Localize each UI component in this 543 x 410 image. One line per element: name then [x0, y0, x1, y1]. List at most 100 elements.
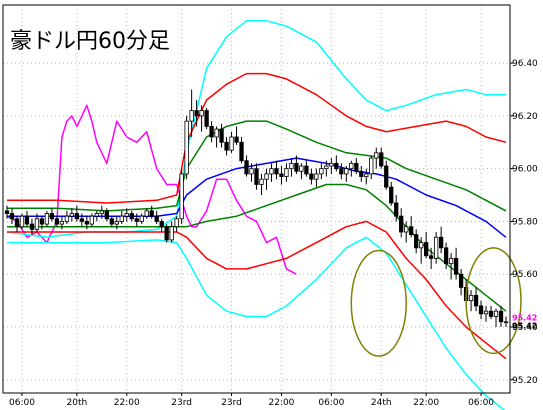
candle-body: [89, 215, 94, 225]
x-tick-label: 06:00: [318, 398, 344, 408]
candle-body: [49, 213, 55, 220]
candle-body: [74, 213, 80, 220]
candle-body: [259, 178, 264, 185]
candle-body: [503, 321, 509, 324]
candle-body: [438, 236, 444, 249]
candle-body: [374, 152, 379, 159]
candle-body: [419, 242, 424, 249]
candle-body: [144, 210, 149, 217]
x-tick-label: 22:00: [114, 398, 140, 408]
candle-body: [69, 213, 75, 217]
candle-body: [234, 136, 239, 143]
candle-body: [9, 213, 15, 220]
candle-body: [184, 120, 189, 175]
candle-body: [369, 157, 374, 175]
candle-body: [189, 110, 194, 122]
candle-body: [274, 168, 279, 175]
candle-body: [304, 165, 309, 175]
candle-body: [498, 310, 504, 323]
candle-body: [329, 162, 334, 167]
candle-body: [443, 247, 449, 265]
candle-body: [159, 221, 164, 228]
candle-body: [214, 128, 219, 138]
candle-body: [384, 165, 389, 188]
candle-body: [468, 294, 474, 302]
y-tick-label: 95.80: [512, 217, 538, 227]
candle-body: [314, 173, 319, 180]
candle-body: [199, 110, 204, 117]
candle-body: [364, 173, 369, 177]
candle-body: [414, 234, 419, 249]
candle-body: [354, 162, 359, 172]
x-tick-label: 20th: [67, 398, 88, 408]
candle-body: [448, 257, 454, 265]
x-tick-label: 06:00: [9, 398, 35, 408]
candle-body: [79, 218, 84, 222]
candle-body: [244, 160, 249, 175]
candle-body: [289, 162, 294, 170]
candle-body: [478, 305, 484, 315]
candle-body: [254, 168, 259, 185]
candle-body: [164, 226, 169, 241]
y-tick-label: 95.20: [512, 376, 538, 386]
candle-body: [404, 226, 409, 233]
candle-body: [339, 168, 344, 175]
candle-body: [324, 165, 329, 170]
candle-body: [453, 257, 459, 275]
chart-title: 豪ドル円60分足: [10, 29, 170, 54]
candle-body: [264, 173, 269, 180]
x-tick-label: 23rd: [171, 398, 192, 408]
candle-body: [433, 236, 439, 259]
candle-body: [149, 210, 154, 217]
candle-body: [483, 310, 489, 315]
candle-body: [249, 168, 254, 175]
y-tick-label: 95.60: [512, 270, 538, 280]
candle-body: [134, 218, 139, 222]
candle-body: [194, 110, 199, 117]
candle-body: [229, 136, 234, 151]
candle-body: [14, 218, 20, 228]
candle-body: [493, 310, 499, 317]
x-tick-label: 23rd: [221, 398, 242, 408]
candle-body: [379, 152, 384, 167]
candle-body: [174, 218, 179, 228]
candle-body: [424, 242, 429, 257]
candle-body: [409, 226, 414, 236]
candle-body: [309, 173, 314, 180]
chart-canvas: 96.4096.2096.0095.8095.6095.4095.20 06:0…: [0, 0, 543, 410]
candle-body: [334, 162, 339, 170]
candle-body: [54, 218, 60, 225]
y-tick-label: 96.20: [512, 112, 538, 122]
last-value-labels: 95.4295.42: [512, 314, 537, 331]
candle-body: [284, 168, 289, 177]
candle-body: [269, 168, 274, 175]
candle-body: [119, 215, 124, 222]
candle-body: [279, 173, 284, 177]
candle-body: [239, 141, 244, 162]
candle-body: [488, 310, 494, 317]
candle-body: [389, 186, 394, 204]
candle-body: [4, 210, 10, 214]
candle-body: [109, 218, 114, 225]
candle-body: [458, 273, 464, 288]
candle-body: [29, 223, 35, 230]
candle-body: [344, 168, 349, 175]
candle-body: [359, 170, 364, 177]
candle-body: [319, 168, 324, 175]
candle-body: [299, 165, 304, 172]
candle-body: [59, 221, 65, 225]
candle-body: [169, 226, 174, 241]
candle-body: [399, 215, 404, 233]
candle-body: [104, 210, 109, 220]
x-tick-label: 22:00: [413, 398, 439, 408]
candle-body: [154, 215, 159, 222]
candle-body: [129, 213, 134, 220]
x-tick-label: 24th: [371, 398, 392, 408]
y-tick-label: 96.40: [512, 59, 538, 69]
candle-body: [99, 210, 104, 214]
candle-body: [473, 294, 479, 307]
candle-body: [64, 215, 70, 222]
candle-body: [394, 202, 399, 217]
candle-body: [94, 213, 99, 217]
last-value-label: 95.42: [512, 314, 537, 323]
